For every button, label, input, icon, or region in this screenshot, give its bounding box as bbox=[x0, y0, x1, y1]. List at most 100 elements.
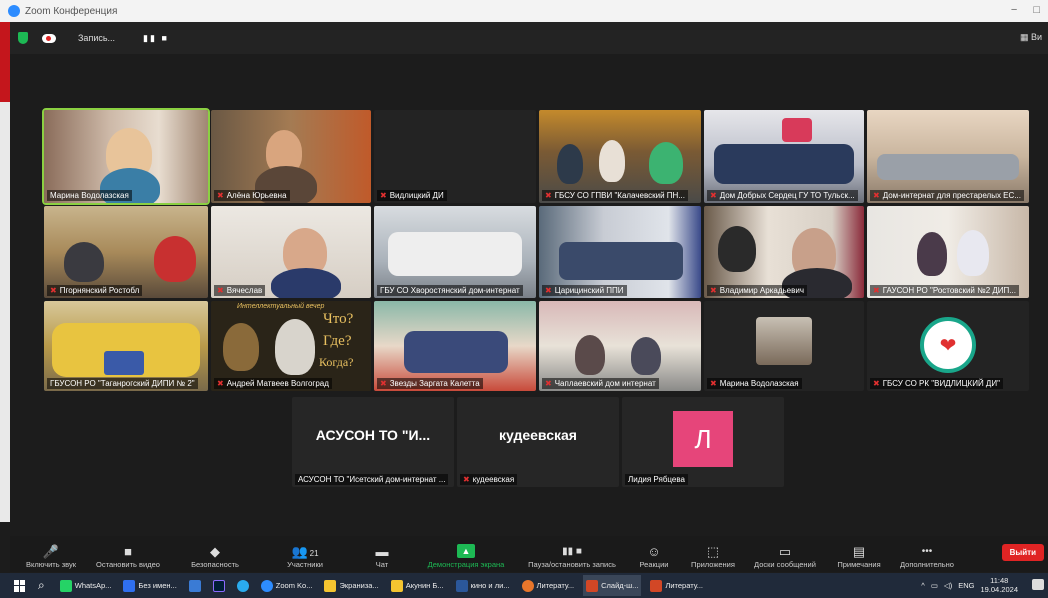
unmute-button[interactable]: 🎤 Включить звук bbox=[16, 538, 86, 572]
video-tile[interactable]: Л Лидия Рябцева bbox=[622, 397, 784, 487]
muted-mic-icon: ✖ bbox=[710, 191, 717, 200]
muted-mic-icon: ✖ bbox=[380, 379, 387, 388]
taskbar-item[interactable]: Акунин Б... bbox=[388, 575, 447, 596]
zoom-window: Zoom Конференция − □ Запись... ▮▮ ■ ▦ Ви… bbox=[0, 0, 1048, 598]
system-clock[interactable]: 11:48 19.04.2024 bbox=[980, 576, 1018, 594]
taskbar-item[interactable]: Zoom Ko... bbox=[258, 575, 316, 596]
share-screen-icon: ▲ bbox=[457, 544, 475, 558]
participant-name: Лидия Рябцева bbox=[625, 474, 688, 485]
taskbar-item[interactable]: WhatsAp... bbox=[57, 575, 115, 596]
language-indicator[interactable]: ENG bbox=[958, 581, 974, 590]
video-tile[interactable]: ✖ Царицинский ППИ bbox=[539, 206, 701, 298]
taskbar-item-active[interactable]: Слайд-ш... bbox=[583, 575, 642, 596]
video-tile[interactable]: Марина Водолазская bbox=[42, 108, 210, 205]
participant-name: ✖ Андрей Матвеев Волгоград bbox=[214, 378, 332, 389]
participant-name: ✖ Марина Водолазская bbox=[707, 378, 802, 389]
video-tile[interactable]: ✖ Владимир Аркадьевич bbox=[704, 206, 864, 298]
notification-icon[interactable] bbox=[1032, 579, 1044, 590]
video-tile[interactable]: ✖ Дом-интернат для престарелых ЕС... bbox=[867, 110, 1029, 203]
more-button[interactable]: ••• Дополнительно bbox=[892, 538, 962, 572]
video-tile[interactable]: ✖ Марина Водолазская bbox=[704, 301, 864, 391]
stop-video-button[interactable]: ■ Остановить видео bbox=[86, 538, 170, 572]
leave-meeting-button[interactable]: Выйти bbox=[1001, 544, 1044, 561]
video-tile[interactable]: АСУСОН ТО "И... АСУСОН ТО "Исетский дом-… bbox=[292, 397, 454, 487]
chat-button[interactable]: ▬ Чат bbox=[350, 538, 414, 572]
apps-button[interactable]: ⬚ Приложения bbox=[682, 538, 744, 572]
participant-name: ✖ Чаплаевский дом интернат bbox=[542, 378, 659, 389]
video-tile[interactable]: ГБУ СО Хворостянский дом-интернат bbox=[374, 206, 536, 298]
muted-mic-icon: ✖ bbox=[545, 379, 552, 388]
video-tile[interactable]: ❤ ✖ ГБСУ СО РК "ВИДЛИЦКИЙ ДИ" bbox=[867, 301, 1029, 391]
notes-icon: ▤ bbox=[852, 544, 866, 559]
video-tile[interactable]: Интеллектуальный вечер Что? Где? Когда? … bbox=[211, 301, 371, 391]
share-screen-button[interactable]: ▲ Демонстрация экрана bbox=[414, 538, 518, 572]
video-tile[interactable]: ✖ ГБСУ СО ГПВИ "Калачевский ПН... bbox=[539, 110, 701, 203]
taskbar-item[interactable] bbox=[234, 575, 252, 596]
cloud-recording-icon[interactable] bbox=[42, 33, 56, 43]
muted-mic-icon: ✖ bbox=[710, 379, 717, 388]
pause-recording-button[interactable]: ▮▮ ■ Пауза/остановить запись bbox=[518, 538, 626, 572]
video-tile[interactable]: ✖ Вячеслав bbox=[211, 206, 371, 298]
participant-name: Марина Водолазская bbox=[47, 190, 132, 201]
organization-logo: ❤ bbox=[920, 317, 976, 373]
windows-start-icon[interactable] bbox=[14, 579, 26, 592]
recording-label: Запись... bbox=[78, 33, 116, 43]
participants-icon: 👥 21 bbox=[291, 544, 319, 559]
minimize-icon[interactable]: − bbox=[1011, 4, 1017, 16]
reactions-button[interactable]: ☺ Реакции bbox=[626, 538, 682, 572]
participant-name: ✖ Вячеслав bbox=[214, 285, 266, 296]
muted-mic-icon: ✖ bbox=[217, 191, 224, 200]
security-button[interactable]: ◆ Безопасность bbox=[170, 538, 260, 572]
participant-name: ✖ Звезды Заргата Калетта bbox=[377, 378, 483, 389]
recording-controls[interactable]: ▮▮ ■ bbox=[143, 33, 169, 44]
muted-mic-icon: ✖ bbox=[873, 191, 880, 200]
network-icon[interactable]: ▭ bbox=[931, 581, 938, 590]
chat-icon: ▬ bbox=[375, 544, 389, 559]
whiteboard-icon: ▭ bbox=[778, 544, 792, 559]
slide-question-2: Где? bbox=[323, 333, 352, 349]
taskbar-item[interactable]: Без имен... bbox=[120, 575, 179, 596]
video-tile[interactable]: ✖ Алёна Юрьевна bbox=[211, 110, 371, 203]
taskbar-item[interactable]: кино и ли... bbox=[453, 575, 513, 596]
meeting-top-bar: Запись... ▮▮ ■ ▦ Ви bbox=[10, 22, 1048, 54]
background-strip bbox=[0, 102, 10, 522]
participant-display-name: АСУСОН ТО "И... bbox=[315, 427, 431, 443]
video-tile[interactable]: ✖ Дом Добрых Сердец ГУ ТО Тульск... bbox=[704, 110, 864, 203]
video-tile[interactable]: ✖ Видлицкий ДИ bbox=[374, 110, 536, 203]
video-tile[interactable]: кудеевская ✖ кудеевская bbox=[457, 397, 619, 487]
video-tile[interactable]: ГБУСОН РО "Таганрогский ДИПИ № 2" bbox=[44, 301, 208, 391]
windows-taskbar: ⌕ WhatsAp... Без имен... Zoom Ko... Экра… bbox=[0, 573, 1048, 598]
taskbar-item[interactable] bbox=[210, 575, 228, 596]
security-shield-icon[interactable] bbox=[18, 32, 28, 44]
video-tile[interactable]: ✖ Звезды Заргата Калетта bbox=[374, 301, 536, 391]
view-button[interactable]: ▦ Ви bbox=[1020, 32, 1042, 43]
participant-name: ГБУСОН РО "Таганрогский ДИПИ № 2" bbox=[47, 378, 198, 389]
taskbar-item[interactable] bbox=[186, 575, 204, 596]
taskbar-item[interactable]: Экранизa... bbox=[321, 575, 381, 596]
whiteboards-button[interactable]: ▭ Доски сообщений bbox=[744, 538, 826, 572]
tray-chevron-icon[interactable]: ^ bbox=[921, 581, 925, 590]
taskbar-item[interactable]: Литерату... bbox=[519, 575, 578, 596]
microphone-muted-icon: 🎤 bbox=[42, 544, 60, 559]
volume-icon[interactable]: ◁) bbox=[944, 581, 952, 590]
notes-button[interactable]: ▤ Примечания bbox=[826, 538, 892, 572]
zoom-icon bbox=[260, 579, 273, 592]
meeting-toolbar: 🎤 Включить звук ■ Остановить видео ◆ Без… bbox=[10, 536, 1048, 572]
video-tile[interactable]: ✖ Чаплаевский дом интернат bbox=[539, 301, 701, 391]
participant-name: ✖ Пгорнянский Ростобл bbox=[47, 285, 143, 296]
video-tile[interactable]: ✖ Пгорнянский Ростобл bbox=[44, 206, 208, 298]
search-icon[interactable]: ⌕ bbox=[38, 578, 45, 593]
participant-name: ✖ ГАУСОН РО "Ростовский №2 ДИП... bbox=[870, 285, 1019, 296]
participants-button[interactable]: 👥 21 Участники bbox=[260, 538, 350, 572]
bridge-icon bbox=[212, 579, 225, 592]
photoshop-icon bbox=[123, 579, 136, 592]
powerpoint-icon bbox=[650, 579, 663, 592]
participant-display-name: кудеевская bbox=[499, 427, 577, 443]
maximize-icon[interactable]: □ bbox=[1033, 4, 1040, 16]
window-titlebar: Zoom Конференция − □ bbox=[0, 0, 1048, 22]
muted-mic-icon: ✖ bbox=[873, 286, 880, 295]
video-tile[interactable]: ✖ ГАУСОН РО "Ростовский №2 ДИП... bbox=[867, 206, 1029, 298]
participant-name: ✖ кудеевская bbox=[460, 474, 518, 485]
taskbar-item[interactable]: Литерату... bbox=[647, 575, 706, 596]
participant-name: ✖ Дом-интернат для престарелых ЕС... bbox=[870, 190, 1024, 201]
